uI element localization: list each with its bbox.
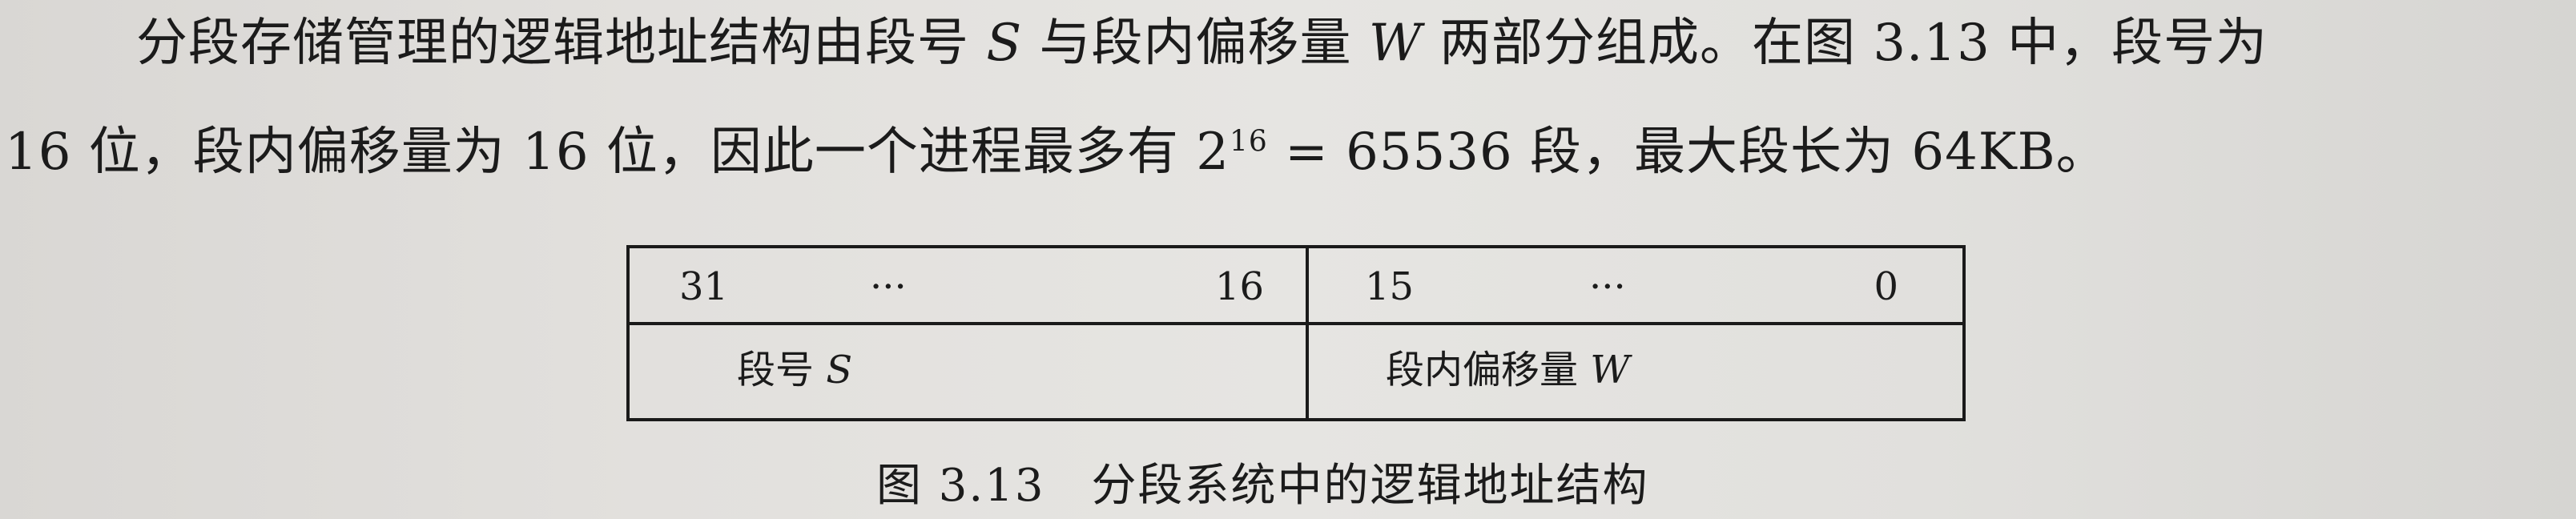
paragraph-line-2: 16 位，段内偏移量为 16 位，因此一个进程最多有 216 = 65536 段… xyxy=(5,120,2108,184)
paragraph-line-1-part-2: 与段内偏移量 xyxy=(1039,14,1352,73)
bit-0-label: 0 xyxy=(1874,264,1898,309)
offset-symbol: W xyxy=(1590,348,1630,392)
segment-number-label: 段号 S xyxy=(737,346,852,394)
segment-bits-cell: 31 ··· 16 xyxy=(630,248,1309,325)
paragraph-line-1-part-1: 分段存储管理的逻辑地址结构由段号 xyxy=(136,14,969,73)
offset-bits-cell: 15 ··· 0 xyxy=(1309,248,1962,325)
exponent: 16 xyxy=(1229,125,1268,159)
paragraph-line-2-part-2: = 65536 段，最大段长为 64KB。 xyxy=(1267,123,2108,182)
segment-number-symbol-inline: S xyxy=(986,14,1023,73)
logical-address-structure-table: 31 ··· 16 15 ··· 0 段号 S 段内偏移量 W xyxy=(626,245,1966,421)
offset-text: 段内偏移量 xyxy=(1386,348,1579,392)
figure-caption: 图 3.13 分段系统中的逻辑地址结构 xyxy=(876,460,1649,512)
segment-number-symbol: S xyxy=(826,348,853,392)
ellipsis-left: ··· xyxy=(870,264,907,309)
ellipsis-right: ··· xyxy=(1589,264,1626,309)
segment-number-text: 段号 xyxy=(737,348,815,392)
paragraph-line-1: 分段存储管理的逻辑地址结构由段号 S 与段内偏移量 W 两部分组成。在图 3.1… xyxy=(136,11,2268,75)
offset-symbol-inline: W xyxy=(1368,14,1423,73)
segment-number-cell: 段号 S xyxy=(630,325,1309,418)
bit-16-label: 16 xyxy=(1214,264,1264,309)
bit-31-label: 31 xyxy=(679,264,729,309)
bit-15-label: 15 xyxy=(1365,264,1415,309)
offset-cell: 段内偏移量 W xyxy=(1309,325,1962,418)
paragraph-line-2-part-1: 16 位，段内偏移量为 16 位，因此一个进程最多有 2 xyxy=(5,123,1230,182)
offset-label: 段内偏移量 W xyxy=(1386,346,1630,394)
paragraph-line-1-part-3: 两部分组成。在图 3.13 中，段号为 xyxy=(1439,14,2268,73)
